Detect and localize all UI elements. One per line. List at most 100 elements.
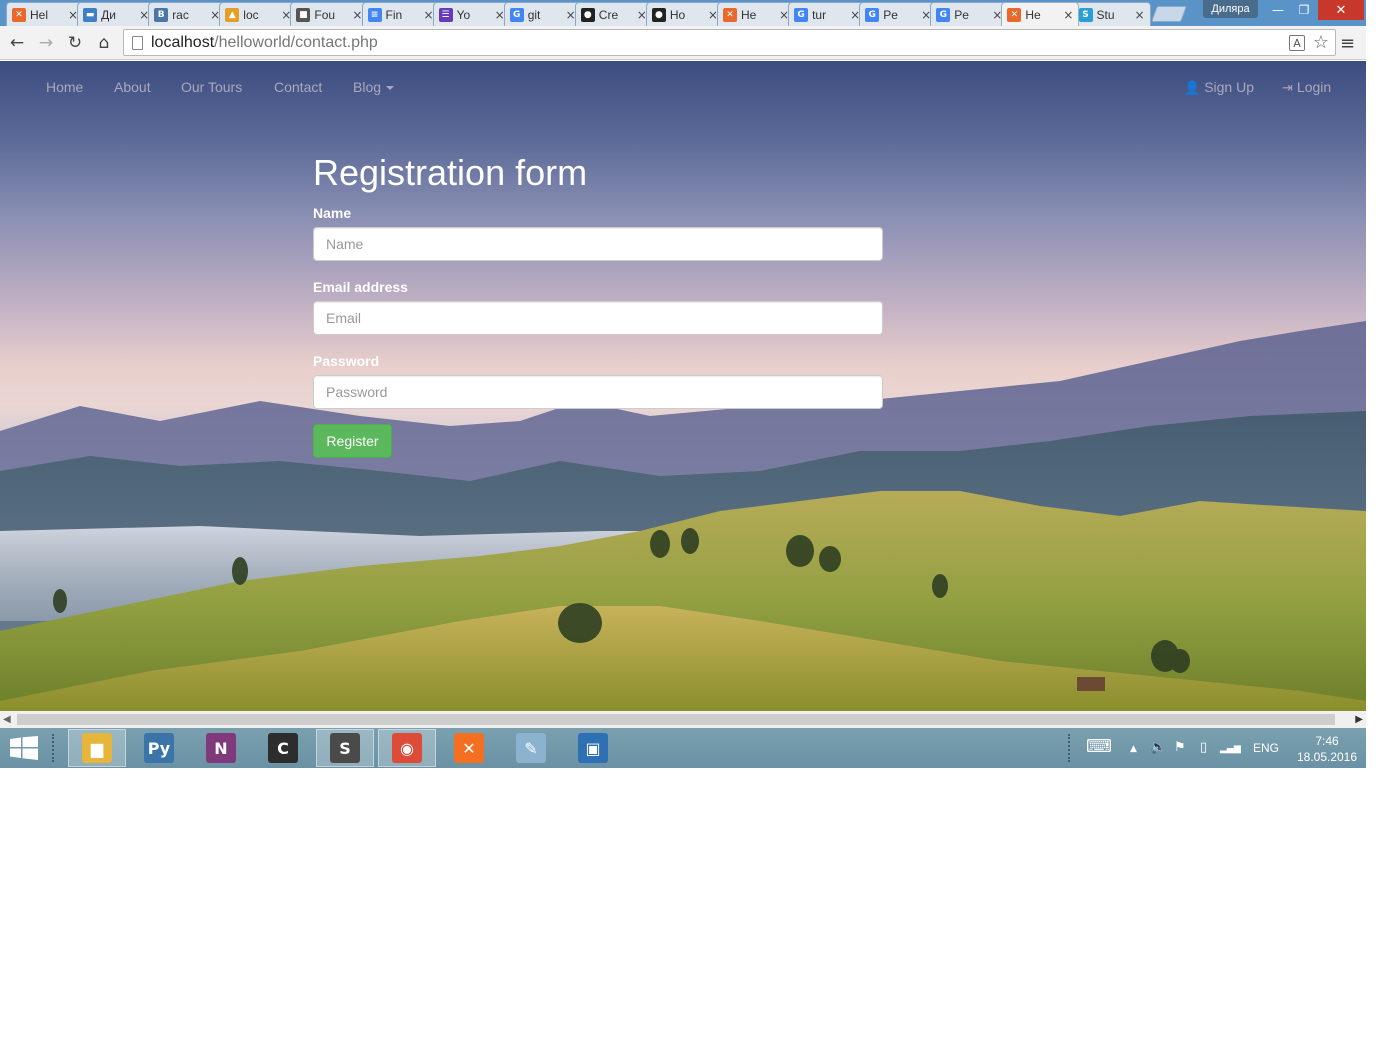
xampp-icon: ✕ [723,7,737,22]
taskbar-app[interactable]: ▣ [564,729,622,767]
login-icon: ⇥ [1282,81,1293,96]
github-icon: ● [580,7,595,22]
browser-tab[interactable]: ▬ Ди × [77,2,156,26]
translate-icon[interactable]: A [1289,35,1305,51]
taskbar-app[interactable]: S [316,729,374,767]
tab-title: Cre [598,7,619,22]
browser-tab[interactable]: G Pe × [930,2,1009,26]
taskbar-app[interactable]: ◉ [378,729,436,767]
browser-tab[interactable]: G Pe × [859,2,938,26]
taskbar-app[interactable]: ✎ [502,729,560,767]
browser-tab[interactable]: ✕ He × [1001,2,1080,26]
xampp-icon: ✕ [454,733,484,763]
xampp-icon: ✕ [1007,7,1022,22]
tab-title: git [527,7,541,22]
browser-tab[interactable]: ✕ He × [717,2,795,26]
register-button[interactable]: Register [313,424,392,458]
tray-grip[interactable] [1068,734,1072,762]
horizontal-scrollbar[interactable]: ◀ ▶ [0,711,1366,728]
browser-tab[interactable]: S Stu × [1072,2,1151,26]
chat-icon: ▬ [83,7,98,22]
nav-blog-dropdown[interactable]: Blog [353,79,395,95]
taskbar-grip[interactable] [52,734,56,762]
tab-title: Ho [669,7,686,22]
action-center-icon[interactable]: ⚑ [1174,740,1186,755]
browser-tab[interactable]: ● Ho × [645,2,724,26]
clock-time[interactable]: 7:46 [1307,734,1347,748]
email-field[interactable] [313,301,883,335]
taskbar-app[interactable]: ✕ [440,729,498,767]
photo-viewer-icon: ▣ [578,733,608,763]
nav-about-link[interactable]: About [114,79,151,95]
browser-tab[interactable]: ■ Fou × [290,2,369,26]
page-title: Registration form [313,152,588,193]
minimize-icon[interactable]: — [1266,0,1290,20]
caret-down-icon [386,86,395,91]
nav-tours-link[interactable]: Our Tours [181,79,242,95]
battery-icon[interactable]: ▯ [1200,740,1207,755]
google-icon: G [794,7,809,22]
browser-tab[interactable]: ≡ Fin × [361,2,440,26]
home-icon[interactable]: ⌂ [92,31,116,55]
network-icon[interactable]: ▂▄▆ [1220,744,1241,754]
scrollbar-thumb[interactable] [17,714,1335,725]
nav-home-link[interactable]: Home [46,79,83,95]
name-label: Name [313,205,352,221]
bookmark-star-icon[interactable]: ☆ [1313,32,1329,53]
browser-tab[interactable]: ▲ loc × [219,2,298,26]
taskbar-app[interactable]: N [192,729,250,767]
clock-date[interactable]: 18.05.2016 [1292,750,1362,764]
taskbar-app[interactable]: Py [130,729,188,767]
tab-close-icon[interactable]: × [1062,8,1074,22]
tray-chevron-icon[interactable]: ▲ [1130,744,1137,754]
site-navbar: Home About Our Tours Contact Blog 👤 Sign … [0,61,1366,113]
chrome-menu-icon[interactable]: ≡ [1340,33,1355,54]
window-close-icon[interactable]: ✕ [1318,0,1364,20]
chrome-icon: ◉ [392,733,422,763]
tab-close-icon[interactable]: × [1134,8,1146,22]
windows-start-icon[interactable] [10,736,38,760]
new-tab-button[interactable] [1151,6,1187,22]
screen: ✕ Hel × ▬ Ди × Brac × ▲ loc × ■ Fou × ≡ Fin × ☰ Yo × Ggit × ● C… [0,0,1366,768]
language-indicator[interactable]: ENG [1253,741,1279,755]
url-host: localhost [151,33,215,51]
onenote-icon: N [206,733,236,763]
volume-icon[interactable]: 🔈 [1150,740,1166,755]
restore-icon[interactable]: ❐ [1292,0,1316,20]
back-arrow-icon[interactable]: ← [5,31,29,55]
nav-login-link[interactable]: ⇥ Login [1282,79,1331,96]
system-tray: ⌨ ▲ 🔈 ⚑ ▯ ▂▄▆ ENG 7:46 18.05.2016 [1066,728,1366,768]
url-path: /helloworld/contact.php [214,33,378,51]
browser-tab[interactable]: Brac × [148,2,227,26]
nav-contact-link[interactable]: Contact [274,79,322,95]
tab-title: Fin [385,7,403,22]
taskbar-app[interactable]: ▆ [68,729,126,767]
browser-tab[interactable]: Gtur × [788,2,867,26]
password-field[interactable] [313,375,883,409]
keyboard-icon[interactable]: ⌨ [1086,736,1112,757]
phpmyadmin-icon: ▲ [225,7,240,22]
browser-toolbar: ← → ↻ ⌂ localhost/helloworld/contact.php… [0,26,1366,60]
sublime-text-icon: S [330,733,360,763]
nav-blog-label: Blog [353,79,382,95]
tab-title: Pe [954,7,969,22]
address-bar[interactable]: localhost/helloworld/contact.php A ☆ [123,29,1336,56]
browser-tab[interactable]: ● Cre × [574,2,653,26]
tab-title: loc [243,7,259,22]
google-icon: G [936,7,951,22]
scroll-right-icon[interactable]: ▶ [1355,714,1363,725]
scroll-left-icon[interactable]: ◀ [3,714,11,725]
tab-title: Hel [30,7,49,22]
browser-tab[interactable]: Ggit × [503,2,582,26]
vk-icon: B [154,7,169,22]
reload-icon[interactable]: ↻ [63,31,87,55]
profile-badge[interactable]: Диляра [1203,0,1258,18]
forward-arrow-icon[interactable]: → [34,31,58,55]
taskbar-app[interactable]: C [254,729,312,767]
browser-tab[interactable]: ☰ Yo × [432,2,511,26]
web-page: Home About Our Tours Contact Blog 👤 Sign … [0,61,1366,711]
browser-tab[interactable]: ✕ Hel × [6,2,84,26]
name-field[interactable] [313,227,883,261]
nav-login-label: Login [1296,79,1332,95]
nav-signup-link[interactable]: 👤 Sign Up [1184,79,1254,96]
